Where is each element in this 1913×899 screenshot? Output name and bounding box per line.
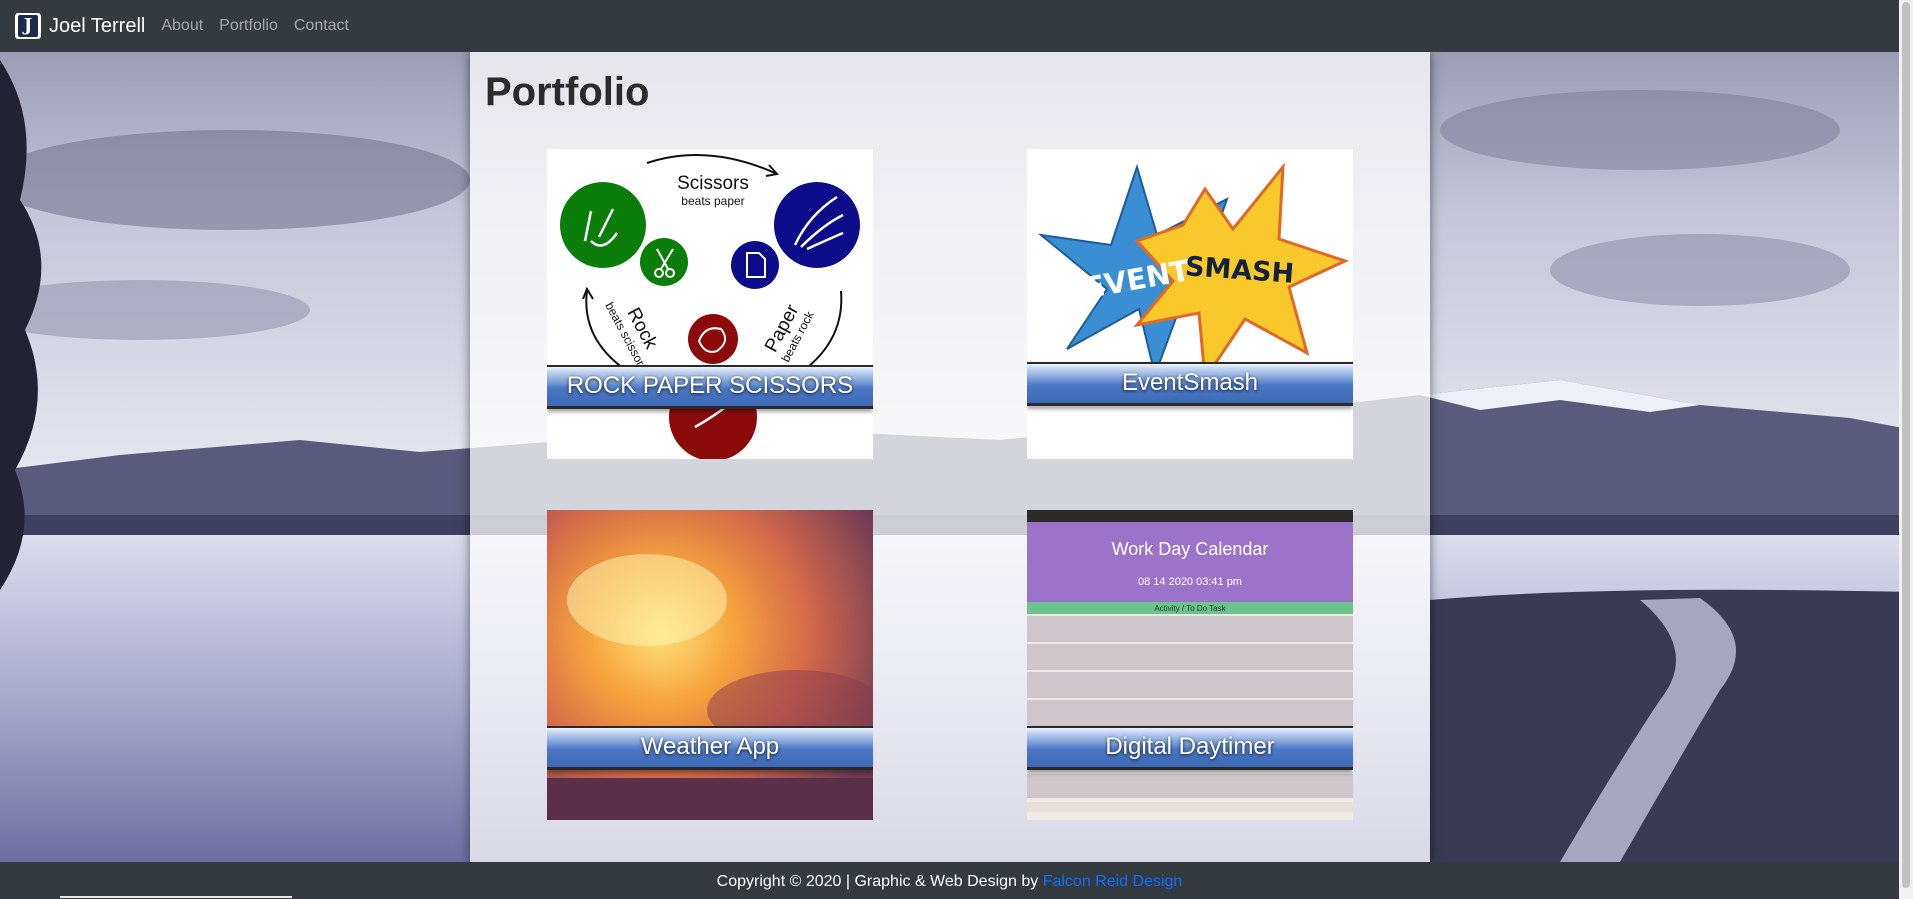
project-label: Weather App (547, 726, 873, 770)
portfolio-panel: Portfolio Scissors beats paper Rock beat… (470, 52, 1430, 862)
project-label: EventSmash (1027, 362, 1353, 406)
svg-text:beats paper: beats paper (681, 194, 744, 208)
nav-link-about[interactable]: About (161, 17, 203, 35)
page-scrollbar[interactable] (1899, 0, 1913, 899)
project-card-weather-app[interactable]: Weather App (547, 510, 873, 820)
project-card-digital-daytimer[interactable]: Work Day Calendar 08 14 2020 03:41 pm Ac… (1027, 510, 1353, 820)
project-card-rock-paper-scissors[interactable]: Scissors beats paper Rock beats scissors… (547, 149, 873, 459)
digital-daytimer-thumbnail: Work Day Calendar 08 14 2020 03:41 pm Ac… (1027, 510, 1353, 820)
nav-link-portfolio[interactable]: Portfolio (219, 17, 278, 35)
svg-text:Activity / To Do Task: Activity / To Do Task (1154, 604, 1226, 613)
svg-text:Scissors: Scissors (677, 173, 749, 194)
eventsmash-thumbnail: EVENT SMASH (1027, 149, 1353, 459)
footer: Copyright © 2020 | Graphic & Web Design … (0, 862, 1899, 899)
rock-paper-scissors-thumbnail: Scissors beats paper Rock beats scissors… (547, 149, 873, 459)
falcon-reid-design-link[interactable]: Falcon Reid Design (1043, 873, 1183, 890)
svg-text:Work Day Calendar: Work Day Calendar (1112, 539, 1269, 559)
footer-copyright: Copyright © 2020 | Graphic & Web Design … (716, 873, 1043, 890)
scrollbar-thumb[interactable] (1902, 2, 1910, 888)
weather-app-thumbnail (547, 510, 873, 820)
brand-logo-icon: J (15, 13, 41, 39)
project-label: ROCK PAPER SCISSORS (547, 365, 873, 409)
brand-link[interactable]: J Joel Terrell (15, 13, 145, 39)
brand-name: Joel Terrell (49, 14, 146, 37)
page-title: Portfolio (485, 70, 650, 114)
project-label: Digital Daytimer (1027, 726, 1353, 770)
top-navbar: J Joel Terrell About Portfolio Contact (0, 0, 1899, 52)
project-card-eventsmash[interactable]: EVENT SMASH EventSmash (1027, 149, 1353, 459)
footer-divider (60, 896, 292, 898)
nav-link-contact[interactable]: Contact (294, 17, 349, 35)
svg-text:08 14 2020 03:41 pm: 08 14 2020 03:41 pm (1138, 576, 1242, 588)
